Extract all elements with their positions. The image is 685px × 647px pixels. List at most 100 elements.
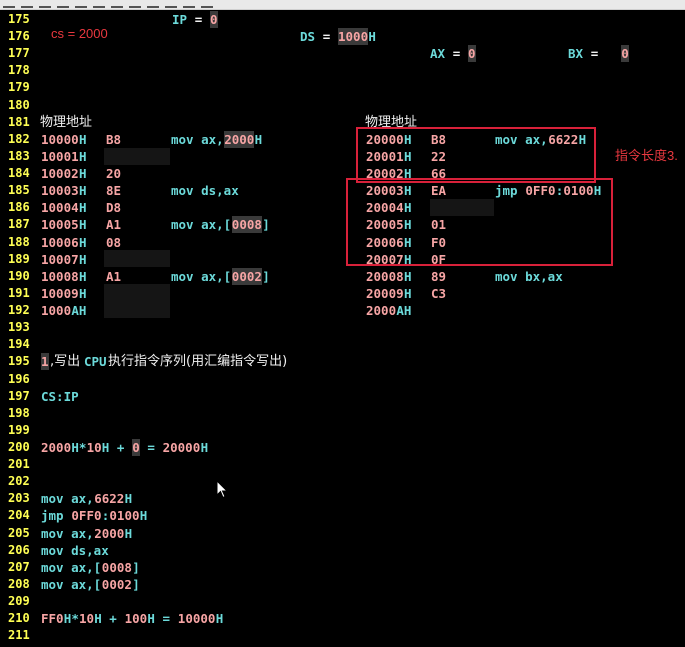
line-number: 180 <box>8 97 30 112</box>
memory-address-suffix: H <box>404 285 412 301</box>
assembly-sequence-line: H <box>124 525 133 541</box>
memory-address-suffix: H <box>404 268 412 284</box>
line-number: 187 <box>8 217 30 232</box>
calculation-line: H* <box>71 440 87 455</box>
calculation-line: FF0 <box>41 611 64 627</box>
register-bx: = <box>583 46 621 62</box>
line-number: 209 <box>8 594 30 609</box>
calculation-line: 20000 <box>162 440 201 455</box>
toolbar-button[interactable] <box>129 1 141 8</box>
memory-byte: D8 <box>106 200 122 216</box>
assembly-instruction: 0008 <box>231 216 262 234</box>
memory-byte: 20 <box>106 166 122 182</box>
assembly-sequence-line: 0100 <box>109 508 140 524</box>
toolbar-button[interactable] <box>183 1 195 8</box>
toolbar-button[interactable] <box>75 1 87 8</box>
memory-address: 10006 <box>41 234 79 250</box>
code-editor[interactable]: 175 176 177 178 179 180 181 182 183 184 185 186 187 1… <box>0 10 685 647</box>
calculation-line: H + <box>94 611 125 627</box>
line-number: 192 <box>8 303 30 318</box>
line-number: 205 <box>8 525 30 540</box>
memory-address: 10000 <box>41 131 79 147</box>
annotation-box-mov <box>356 127 596 183</box>
assembly-sequence-line: mov ax,[ <box>41 559 102 575</box>
line-number: 176 <box>8 29 30 44</box>
line-number: 175 <box>8 12 30 26</box>
toolbar-button[interactable] <box>21 1 33 8</box>
line-number: 191 <box>8 285 30 300</box>
assembly-sequence-line: jmp <box>41 508 72 524</box>
assembly-sequence-line: 0002 <box>101 576 132 592</box>
line-number: 200 <box>8 440 30 454</box>
annotation-box-jmp <box>346 178 613 266</box>
toolbar-button[interactable] <box>39 1 51 8</box>
memory-byte: C3 <box>431 285 447 301</box>
toolbar-button[interactable] <box>93 1 105 8</box>
memory-address-suffix: H <box>79 234 87 250</box>
assembly-sequence-line: 0FF0 <box>71 508 102 524</box>
line-number: 182 <box>8 131 30 146</box>
question-number: 1 <box>41 353 49 371</box>
line-number: 197 <box>8 388 30 403</box>
memory-address: 2000 <box>366 303 397 319</box>
memory-address: 10004 <box>41 200 79 216</box>
selection-highlight <box>104 250 170 267</box>
line-number: 186 <box>8 200 30 215</box>
line-number: 193 <box>8 320 30 335</box>
line-number: 208 <box>8 576 30 591</box>
memory-address-suffix: AH <box>71 303 87 319</box>
line-number: 184 <box>8 166 30 181</box>
assembly-instruction: mov ax,[ <box>171 268 232 284</box>
assembly-instruction: mov ax, <box>171 131 224 147</box>
toolbar-button[interactable] <box>57 1 69 8</box>
line-number: 211 <box>8 628 30 643</box>
toolbar-button[interactable] <box>3 1 15 8</box>
line-number: 206 <box>8 542 30 557</box>
calculation-line: H <box>215 611 224 627</box>
line-number: 196 <box>8 371 30 386</box>
toolbar-button[interactable] <box>111 1 123 8</box>
question-text: ,写出 <box>50 354 81 370</box>
toolbar-button[interactable] <box>147 1 159 8</box>
calculation-line: H + <box>101 440 132 455</box>
register-ds: = <box>315 29 338 45</box>
memory-address-suffix: H <box>79 251 87 267</box>
memory-byte: B8 <box>106 131 122 147</box>
register-ax: 0 <box>468 45 476 63</box>
heading-physical-address-left: 物理地址 <box>40 114 93 130</box>
register-ds: 1000 <box>338 28 369 46</box>
line-number: 207 <box>8 559 30 574</box>
line-number: 195 <box>8 354 30 369</box>
memory-byte: 8E <box>106 183 122 199</box>
register-ds: H <box>368 29 376 45</box>
line-number: 202 <box>8 474 30 489</box>
line-number: 188 <box>8 234 30 249</box>
memory-byte: A1 <box>106 268 122 284</box>
assembly-sequence-line: mov ax, <box>41 491 94 507</box>
memory-byte: A1 <box>106 217 122 233</box>
memory-address: 10001 <box>41 148 79 164</box>
register-ip: 0 <box>210 11 218 28</box>
line-number: 179 <box>8 80 30 95</box>
register-ds: DS <box>300 29 316 45</box>
memory-address: 10003 <box>41 183 79 199</box>
assembly-sequence-line: ] <box>132 576 140 592</box>
editor-toolbar <box>0 0 685 10</box>
assembly-instruction: mov bx,ax <box>495 268 563 284</box>
register-bx: 0 <box>621 45 629 63</box>
line-number: 198 <box>8 405 30 420</box>
line-number: 189 <box>8 251 30 266</box>
memory-address: 1000 <box>41 303 72 319</box>
toolbar-button[interactable] <box>201 1 213 8</box>
assembly-sequence-line: H <box>139 508 148 524</box>
toolbar-button[interactable] <box>165 1 177 8</box>
memory-address: 10007 <box>41 251 79 267</box>
question-cpu: CPU <box>84 354 107 370</box>
memory-byte: 89 <box>431 268 447 284</box>
calculation-line: H <box>200 440 209 455</box>
calculation-line: 10 <box>79 611 95 627</box>
cs-annotation: cs = 2000 <box>51 26 108 41</box>
assembly-instruction: 0002 <box>231 267 262 285</box>
selection-highlight <box>104 148 170 165</box>
register-ax: AX <box>430 46 446 62</box>
